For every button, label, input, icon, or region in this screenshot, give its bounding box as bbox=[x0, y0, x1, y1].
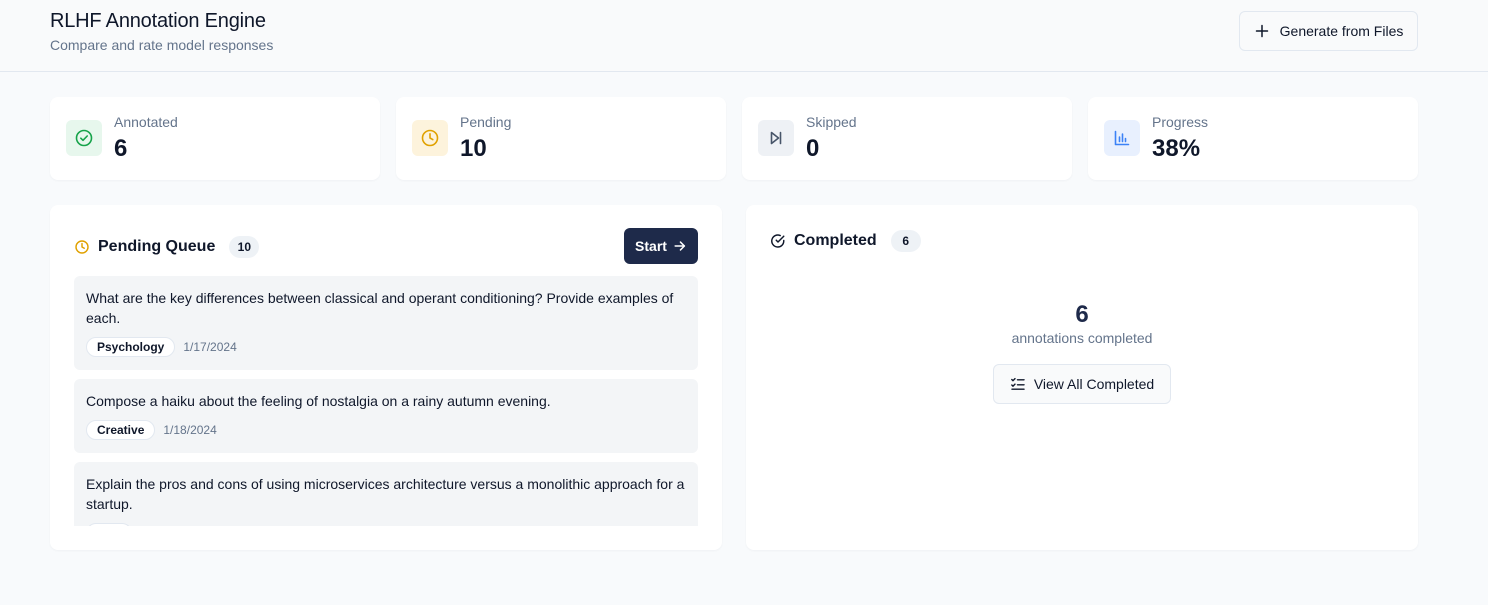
stat-value-annotated: 6 bbox=[114, 135, 128, 162]
clock-icon bbox=[75, 240, 89, 254]
stat-card-progress: Progress 38% bbox=[1088, 97, 1418, 180]
skip-forward-icon bbox=[770, 131, 782, 145]
start-button-label: Start bbox=[635, 238, 667, 254]
check-circle-icon bbox=[771, 234, 785, 248]
app-header: RLHF Annotation Engine Compare and rate … bbox=[0, 0, 1488, 72]
completed-caption: annotations completed bbox=[1011, 330, 1153, 346]
pending-queue-header: Pending Queue 10 bbox=[74, 236, 260, 258]
generate-from-files-button[interactable]: Generate from Files bbox=[1239, 11, 1418, 51]
plus-icon bbox=[1255, 24, 1268, 38]
category-tag bbox=[86, 523, 132, 526]
stat-value-skipped: 0 bbox=[806, 135, 820, 162]
check-circle-icon bbox=[75, 129, 93, 147]
start-button[interactable]: Start bbox=[624, 228, 698, 264]
pending-queue-panel: Pending Queue 10 Start What are the key … bbox=[50, 205, 722, 550]
pending-queue-title: Pending Queue bbox=[98, 238, 216, 255]
app-subtitle: Compare and rate model responses bbox=[50, 37, 274, 53]
stat-label-skipped: Skipped bbox=[806, 114, 857, 130]
queue-item[interactable]: What are the key differences between cla… bbox=[74, 276, 698, 370]
pending-queue-list[interactable]: What are the key differences between cla… bbox=[74, 276, 698, 526]
queue-item-date: 1/18/2024 bbox=[163, 423, 217, 437]
stat-card-annotated: Annotated 6 bbox=[50, 97, 380, 180]
stat-label-progress: Progress bbox=[1152, 114, 1209, 130]
queue-item-meta bbox=[86, 523, 686, 526]
queue-item-date: 1/17/2024 bbox=[183, 340, 237, 354]
list-checks-icon bbox=[1010, 377, 1025, 390]
queue-item-prompt: What are the key differences between cla… bbox=[86, 290, 674, 326]
category-tag: Psychology bbox=[86, 337, 176, 357]
pending-icon-box bbox=[412, 120, 448, 156]
stat-label-annotated: Annotated bbox=[114, 114, 178, 130]
queue-item[interactable]: Compose a haiku about the feeling of nos… bbox=[74, 379, 698, 453]
stat-value-progress: 38% bbox=[1152, 135, 1201, 162]
completed-total: 6 bbox=[1075, 301, 1089, 328]
queue-item-meta: Psychology 1/17/2024 bbox=[86, 337, 686, 357]
queue-item-prompt: Compose a haiku about the feeling of nos… bbox=[86, 393, 551, 409]
category-tag: Creative bbox=[86, 420, 156, 440]
progress-icon-box bbox=[1104, 120, 1140, 156]
bar-chart-icon bbox=[1114, 130, 1130, 146]
pending-count-badge: 10 bbox=[229, 236, 260, 258]
completed-title: Completed bbox=[794, 232, 877, 249]
queue-item-meta: Creative 1/18/2024 bbox=[86, 420, 686, 440]
view-all-completed-label: View All Completed bbox=[1033, 376, 1155, 392]
stat-card-pending: Pending 10 bbox=[396, 97, 726, 180]
app-title: RLHF Annotation Engine bbox=[50, 10, 266, 32]
stat-value-pending: 10 bbox=[460, 135, 487, 162]
view-all-completed-button[interactable]: View All Completed bbox=[993, 364, 1171, 404]
queue-item-prompt: Explain the pros and cons of using micro… bbox=[86, 476, 685, 512]
queue-item[interactable]: Explain the pros and cons of using micro… bbox=[74, 462, 698, 526]
arrow-right-icon bbox=[674, 241, 686, 251]
stat-card-skipped: Skipped 0 bbox=[742, 97, 1072, 180]
completed-header: Completed 6 bbox=[770, 230, 921, 252]
completed-count-badge: 6 bbox=[890, 230, 921, 252]
stat-label-pending: Pending bbox=[460, 114, 512, 130]
completed-panel: Completed 6 6 annotations completed View… bbox=[746, 205, 1418, 550]
clock-icon bbox=[421, 129, 439, 147]
skipped-icon-box bbox=[758, 120, 794, 156]
generate-button-label: Generate from Files bbox=[1279, 23, 1404, 39]
annotated-icon-box bbox=[66, 120, 102, 156]
